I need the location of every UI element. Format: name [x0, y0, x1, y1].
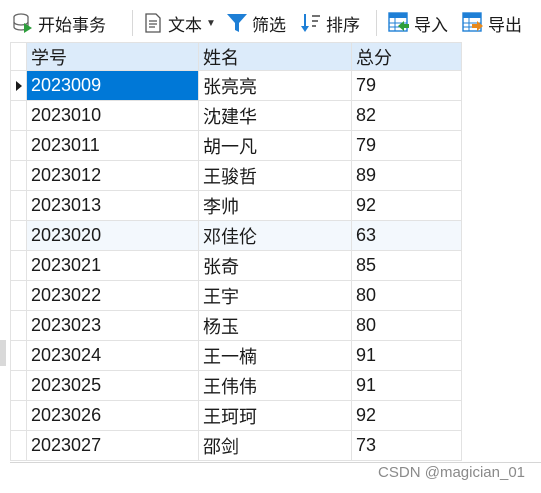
cell-student-id[interactable]: 2023009: [26, 70, 199, 101]
chevron-down-icon[interactable]: ▼: [206, 18, 216, 29]
table-row[interactable]: 2023021 张奇 85: [10, 250, 462, 281]
cell-student-id[interactable]: 2023012: [26, 160, 199, 191]
cell-name[interactable]: 王宇: [198, 280, 352, 311]
cell-name[interactable]: 杨玉: [198, 310, 352, 341]
cell-total-score[interactable]: 92: [351, 190, 462, 221]
cell-name[interactable]: 王骏哲: [198, 160, 352, 191]
table-row[interactable]: 2023013 李帅 92: [10, 190, 462, 221]
filter-button[interactable]: 筛选: [226, 8, 286, 38]
cell-name[interactable]: 李帅: [198, 190, 352, 221]
import-label: 导入: [414, 15, 448, 35]
export-table-icon: [462, 12, 483, 32]
toolbar-divider: [376, 10, 377, 36]
cell-total-score[interactable]: 82: [351, 100, 462, 131]
import-table-icon: [388, 12, 409, 32]
cell-name[interactable]: 张亮亮: [198, 70, 352, 101]
cell-student-id[interactable]: 2023020: [26, 220, 199, 251]
begin-transaction-label: 开始事务: [38, 15, 106, 35]
row-indicator[interactable]: [10, 160, 27, 191]
row-indicator[interactable]: [10, 100, 27, 131]
cell-student-id[interactable]: 2023025: [26, 370, 199, 401]
window-edge-marker: [0, 340, 6, 366]
table-row[interactable]: 2023026 王珂珂 92: [10, 400, 462, 431]
sort-label: 排序: [326, 15, 360, 35]
cell-student-id[interactable]: 2023013: [26, 190, 199, 221]
toolbar-divider: [132, 10, 133, 36]
filter-label: 筛选: [252, 15, 286, 35]
cell-name[interactable]: 邵剑: [198, 430, 352, 461]
table-row[interactable]: 2023011 胡一凡 79: [10, 130, 462, 161]
table-row[interactable]: 2023020 邓佳伦 63: [10, 220, 462, 251]
cell-student-id[interactable]: 2023010: [26, 100, 199, 131]
document-icon: [145, 13, 161, 33]
begin-transaction-button[interactable]: 开始事务: [12, 8, 106, 38]
table-row[interactable]: 2023025 王伟伟 91: [10, 370, 462, 401]
cell-name[interactable]: 沈建华: [198, 100, 352, 131]
row-indicator[interactable]: [10, 310, 27, 341]
row-indicator[interactable]: [10, 190, 27, 221]
cell-name[interactable]: 王珂珂: [198, 400, 352, 431]
sort-button[interactable]: 排序: [300, 8, 360, 38]
table-row[interactable]: 2023023 杨玉 80: [10, 310, 462, 341]
cell-student-id[interactable]: 2023023: [26, 310, 199, 341]
cell-total-score[interactable]: 92: [351, 400, 462, 431]
column-header-student-id[interactable]: 学号: [26, 42, 199, 71]
row-indicator[interactable]: [10, 280, 27, 311]
table-row[interactable]: 2023022 王宇 80: [10, 280, 462, 311]
table-row[interactable]: 2023009 张亮亮 79: [10, 70, 462, 101]
row-indicator-header: [10, 42, 27, 71]
cell-student-id[interactable]: 2023026: [26, 400, 199, 431]
cell-name[interactable]: 王伟伟: [198, 370, 352, 401]
sort-arrow-icon: [301, 14, 320, 32]
text-view-label: 文本: [168, 15, 202, 35]
cell-student-id[interactable]: 2023024: [26, 340, 199, 371]
table-row[interactable]: 2023010 沈建华 82: [10, 100, 462, 131]
column-header-name[interactable]: 姓名: [198, 42, 352, 71]
cell-total-score[interactable]: 79: [351, 70, 462, 101]
cell-name[interactable]: 邓佳伦: [198, 220, 352, 251]
cell-total-score[interactable]: 63: [351, 220, 462, 251]
cell-student-id[interactable]: 2023022: [26, 280, 199, 311]
table-row[interactable]: 2023027 邵剑 73: [10, 430, 462, 461]
row-indicator[interactable]: [10, 430, 27, 461]
cell-total-score[interactable]: 89: [351, 160, 462, 191]
row-indicator[interactable]: [10, 130, 27, 161]
filter-funnel-icon: [227, 14, 247, 32]
export-label: 导出: [488, 15, 522, 35]
table-row[interactable]: 2023024 王一楠 91: [10, 340, 462, 371]
cell-total-score[interactable]: 85: [351, 250, 462, 281]
grid-header-row: 学号 姓名 总分: [10, 42, 462, 71]
cell-name[interactable]: 张奇: [198, 250, 352, 281]
table-row[interactable]: 2023012 王骏哲 89: [10, 160, 462, 191]
row-indicator[interactable]: [10, 340, 27, 371]
column-header-total-score[interactable]: 总分: [351, 42, 462, 71]
row-indicator[interactable]: [10, 400, 27, 431]
data-grid: 学号 姓名 总分 2023009 张亮亮 79 2023010 沈建华 82 2023011…: [10, 42, 462, 461]
watermark: CSDN @magician_01: [378, 464, 525, 481]
cell-total-score[interactable]: 80: [351, 280, 462, 311]
row-indicator[interactable]: [10, 220, 27, 251]
cell-student-id[interactable]: 2023021: [26, 250, 199, 281]
row-indicator[interactable]: [10, 250, 27, 281]
cell-total-score[interactable]: 73: [351, 430, 462, 461]
cell-total-score[interactable]: 79: [351, 130, 462, 161]
cell-name[interactable]: 胡一凡: [198, 130, 352, 161]
database-transaction-icon: [13, 13, 32, 33]
cell-total-score[interactable]: 91: [351, 340, 462, 371]
row-indicator[interactable]: [10, 70, 27, 101]
cell-student-id[interactable]: 2023011: [26, 130, 199, 161]
text-view-button[interactable]: 文本 ▼: [142, 8, 216, 38]
export-button[interactable]: 导出: [462, 8, 522, 38]
import-button[interactable]: 导入: [388, 8, 448, 38]
grid-bottom-divider: [10, 462, 541, 463]
row-indicator[interactable]: [10, 370, 27, 401]
cell-total-score[interactable]: 91: [351, 370, 462, 401]
cell-name[interactable]: 王一楠: [198, 340, 352, 371]
current-row-pointer-icon: [16, 80, 22, 91]
cell-total-score[interactable]: 80: [351, 310, 462, 341]
toolbar: 开始事务 文本 ▼ 筛选 排序 导入 导出: [0, 0, 541, 44]
cell-student-id[interactable]: 2023027: [26, 430, 199, 461]
